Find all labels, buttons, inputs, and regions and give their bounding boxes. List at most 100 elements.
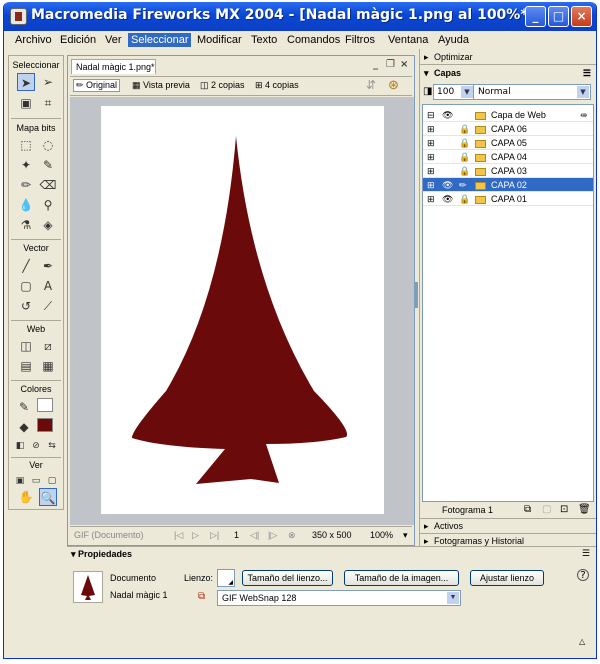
layer-row[interactable]: ⊞ 🔒 CAPA 06 [423,122,593,136]
help-icon[interactable]: ? [577,569,589,581]
eye-icon[interactable]: 👁 [442,108,453,122]
expand-icon[interactable]: ⊞ [427,192,435,206]
lock-icon[interactable]: 🔒 [459,192,470,206]
export-preview-icon[interactable]: ⊛ [388,77,399,93]
activos-panel-header[interactable]: ▸ Activos [420,518,596,533]
expand-icon[interactable]: ⊞ [427,122,435,136]
prev-frame-icon[interactable]: ◁| [250,530,259,541]
layer-row[interactable]: ⊞ 🔒 CAPA 05 [423,136,593,150]
fill-color-icon[interactable]: ◆ [15,418,33,436]
optimize-settings-select[interactable]: GIF WebSnap 128 ▼ [217,590,461,606]
panel-options-icon[interactable]: ☰ [583,66,591,81]
text-tool-icon[interactable]: A [39,277,57,295]
stroke-color-swatch[interactable] [37,398,53,412]
show-slices-icon[interactable]: ▦ [39,357,57,375]
last-frame-icon[interactable]: ▷| [210,530,219,541]
marquee-tool-icon[interactable]: ⬚ [17,136,35,154]
zoom-dropdown-icon[interactable]: ▾ [403,530,408,541]
expand-icon[interactable]: ⊞ [427,178,435,192]
first-frame-icon[interactable]: |◁ [174,530,183,541]
collapse-icon[interactable]: ⊟ [427,108,435,122]
view-preview-button[interactable]: ▦ Vista previa [132,80,190,91]
scale-tool-icon[interactable]: ▣ [17,94,35,112]
subselection-tool-icon[interactable]: ➢ [39,73,57,91]
opacity-lock-icon[interactable]: ◨ [423,86,432,97]
menu-modificar[interactable]: Modificar [194,33,245,47]
rectangle-tool-icon[interactable]: ▢ [17,277,35,295]
expand-icon[interactable]: ⊞ [427,136,435,150]
blur-tool-icon[interactable]: 💧 [17,196,35,214]
freeform-tool-icon[interactable]: ↺ [17,297,35,315]
pointer-tool-icon[interactable]: ➤ [17,73,35,91]
layer-row[interactable]: ⊟ 👁 Capa de Web ⇼ [423,108,593,122]
play-icon[interactable]: ▷ [192,530,199,541]
fill-color-swatch[interactable] [37,418,53,432]
lock-icon[interactable]: 🔒 [459,122,470,136]
doc-minimize-icon[interactable]: _ [373,59,378,70]
new-layer-icon[interactable]: ⊡ [560,504,568,515]
new-subfolder-icon[interactable]: ⧉ [524,504,531,515]
expand-icon[interactable]: ⊞ [427,150,435,164]
layer-row[interactable]: ⊞ 👁 🔒 CAPA 01 [423,192,593,206]
crop-tool-icon[interactable]: ⌗ [39,94,57,112]
document-tab[interactable]: Nadal màgic 1.png* [71,59,156,74]
quick-export-icon[interactable]: ⇵ [366,78,376,92]
layer-row-selected[interactable]: ⊞ 👁 ✏ CAPA 02 [423,178,593,192]
menu-ver[interactable]: Ver [102,33,125,47]
stroke-color-icon[interactable]: ✎ [15,398,33,416]
panel-splitter-handle[interactable] [414,282,418,308]
eye-icon[interactable]: 👁 [442,192,453,206]
opacity-field[interactable]: 100 ▼ [433,84,475,100]
delete-layer-icon[interactable]: 🗑 [578,504,591,515]
image-size-button[interactable]: Tamaño de la imagen... [344,570,459,586]
panel-options-icon[interactable]: ☰ [582,549,590,559]
menu-ventana[interactable]: Ventana [385,33,431,47]
expand-icon[interactable]: ⊞ [427,164,435,178]
stop-icon[interactable]: ⊗ [288,530,296,541]
blend-mode-select[interactable]: Normal ▼ [473,84,591,100]
menu-edicion[interactable]: Edición [57,33,99,47]
eyedropper-tool-icon[interactable]: ⚗ [17,216,35,234]
eye-icon[interactable]: 👁 [442,178,453,192]
slice-tool-icon[interactable]: ⧄ [39,337,57,355]
lasso-tool-icon[interactable]: ◌ [39,136,57,154]
chevron-down-icon[interactable]: ▼ [577,86,589,98]
minimize-button[interactable]: _ [525,6,546,27]
lock-icon[interactable]: 🔒 [459,164,470,178]
rubber-stamp-tool-icon[interactable]: ⚲ [39,196,57,214]
brush-tool-icon[interactable]: ✎ [39,156,57,174]
optimizar-panel-header[interactable]: ▸ Optimizar [420,50,596,65]
hand-tool-icon[interactable]: ✋ [17,488,35,506]
zoom-level[interactable]: 100% [370,530,393,540]
pen-tool-icon[interactable]: ✒ [39,257,57,275]
paint-bucket-tool-icon[interactable]: ◈ [39,216,57,234]
fit-canvas-button[interactable]: Ajustar lienzo [470,570,544,586]
menu-seleccionar[interactable]: Seleccionar [128,33,192,47]
doc-restore-icon[interactable]: ❐ [386,59,395,70]
doc-close-icon[interactable]: × [400,59,408,70]
line-tool-icon[interactable]: ╱ [17,257,35,275]
knife-tool-icon[interactable]: ⟋ [39,297,57,315]
chevron-down-icon[interactable]: ▼ [447,592,459,604]
chevron-down-icon[interactable]: ▼ [461,86,473,98]
eraser-tool-icon[interactable]: ⌫ [39,176,57,194]
view-original-button[interactable]: ✏ Original [73,79,121,92]
menu-comandos[interactable]: Comandos [284,33,343,47]
frame-label[interactable]: Fotograma 1 [442,505,493,515]
menu-archivo[interactable]: Archivo [12,33,55,47]
menu-texto[interactable]: Texto [248,33,280,47]
view-2up-button[interactable]: ◫ 2 copias [200,80,245,91]
hide-slices-icon[interactable]: ▤ [17,357,35,375]
view-4up-button[interactable]: ⊞ 4 copias [255,80,299,91]
menu-filtros[interactable]: Filtros [342,33,378,47]
document-canvas[interactable] [101,106,384,514]
capas-panel-header[interactable]: ▾ Capas ☰ [420,66,596,81]
canvas-color-swatch[interactable]: ◢ [217,569,235,587]
zoom-tool-icon[interactable]: 🔍 [39,488,57,506]
swap-colors-icon[interactable]: ⇆ [43,437,61,455]
close-button[interactable]: × [571,6,592,27]
share-layer-icon[interactable]: ⇼ [580,108,588,122]
next-frame-icon[interactable]: |▷ [268,530,277,541]
lock-icon[interactable]: 🔒 [459,136,470,150]
pencil-tool-icon[interactable]: ✏ [17,176,35,194]
